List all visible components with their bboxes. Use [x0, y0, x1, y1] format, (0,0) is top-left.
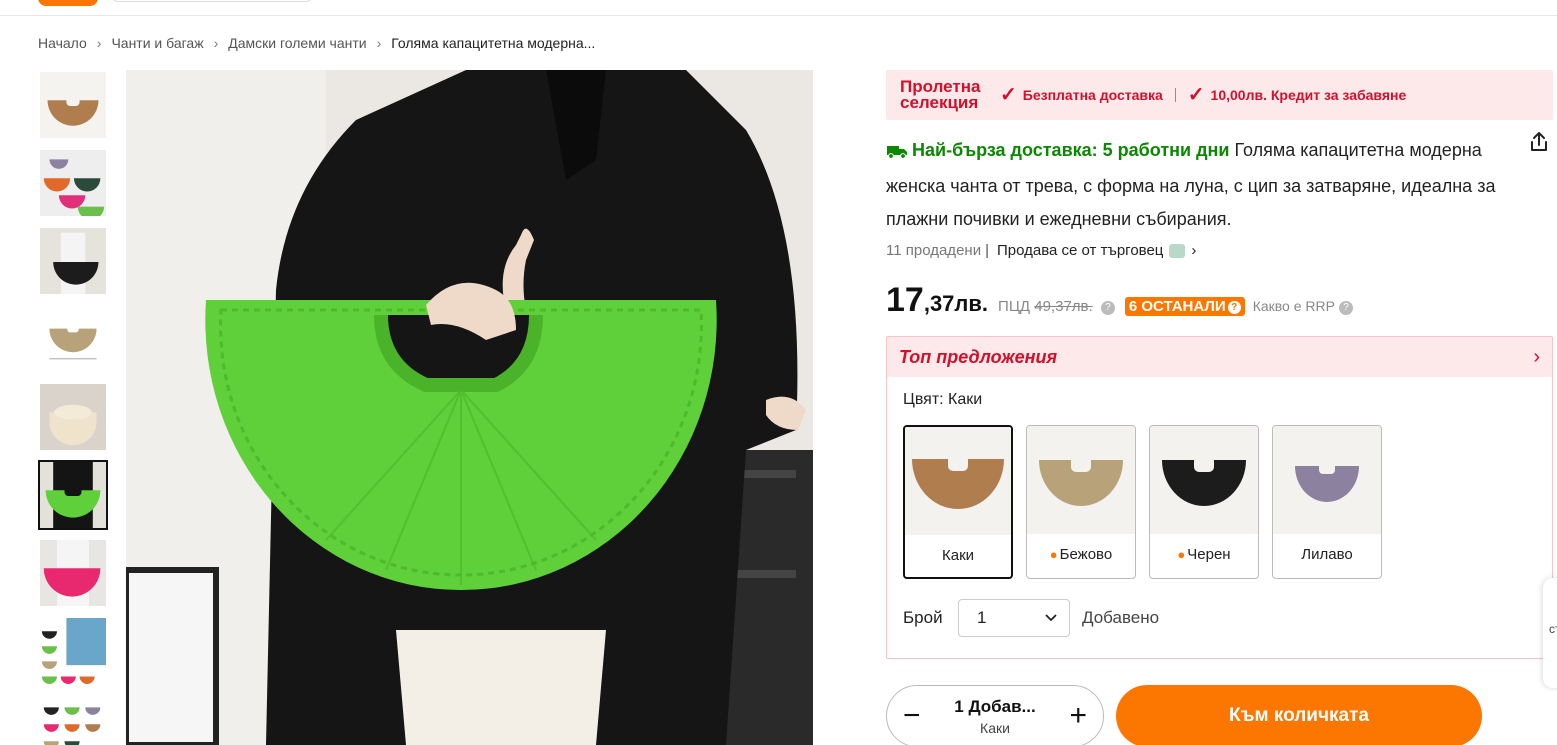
- breadcrumb-bags[interactable]: Чанти и багаж: [111, 35, 203, 51]
- site-logo[interactable]: [38, 0, 98, 6]
- swatch-image: [1150, 426, 1258, 534]
- quantity-select[interactable]: 1: [958, 599, 1070, 637]
- question-icon: ?: [1227, 301, 1241, 314]
- swatch-label: Каки: [941, 547, 975, 564]
- thumbnail-list: [38, 70, 110, 745]
- store-icon: [1169, 243, 1186, 258]
- chevron-right-icon: ›: [1533, 345, 1540, 368]
- question-icon[interactable]: ?: [1100, 301, 1115, 315]
- quantity-value: 1: [977, 608, 987, 627]
- swatch-label-text: Бежово: [1059, 546, 1113, 563]
- top-offers-header[interactable]: Топ предложения ›: [887, 337, 1552, 377]
- promo-free-shipping-label: Безплатна доставка: [1022, 87, 1163, 103]
- sold-count: 11 продадени: [886, 242, 982, 259]
- stepper-qty: 1 Добав...: [954, 696, 1036, 716]
- quantity-row: Брой 1 Добавено: [903, 599, 1536, 637]
- variant-selector: Цвят: Каки Каки ● Бежово ● Черен Лилаво …: [887, 377, 1552, 658]
- price-row: 17 ,37лв. ПЦД 49,37лв. ? 6 ОСТАНАЛИ? Как…: [886, 281, 1553, 320]
- chevron-right-icon: ›: [96, 35, 102, 51]
- rrp-price: ПЦД 49,37лв. ?: [998, 298, 1115, 315]
- stepper-value: 1 Добав... Каки: [954, 697, 1035, 736]
- thumbnail-4[interactable]: [38, 304, 108, 374]
- breadcrumb-current: Голяма капацитетна модерна...: [391, 35, 596, 51]
- swatch-label: ● Бежово: [1027, 546, 1135, 563]
- promo-free-shipping: ✓ Безплатна доставка: [1000, 85, 1163, 105]
- rrp-info-link[interactable]: Какво е RRP?: [1253, 298, 1353, 315]
- truck-icon: [886, 137, 908, 170]
- flame-icon: ●: [1049, 547, 1058, 562]
- thumbnail-5[interactable]: [38, 382, 108, 452]
- quantity-stepper: − 1 Добав... Каки +: [886, 685, 1104, 745]
- stock-left-label: 6 ОСТАНАЛИ: [1128, 298, 1226, 315]
- breadcrumb-large-bags[interactable]: Дамски големи чанти: [228, 35, 366, 51]
- divider: |: [985, 242, 989, 259]
- rrp-info-label: Какво е RRP: [1252, 298, 1335, 314]
- promo-credit: ✓ 10,00лв. Кредит за забавяне: [1188, 85, 1406, 105]
- top-offers-title: Топ предложения: [899, 346, 1058, 367]
- go-to-cart-button[interactable]: Към количката: [1116, 685, 1482, 745]
- quantity-label: Брой: [903, 608, 943, 627]
- chevron-right-icon[interactable]: ›: [1191, 242, 1196, 259]
- breadcrumb: Начало › Чанти и багаж › Дамски големи ч…: [38, 35, 595, 51]
- seller-link[interactable]: Продава се от търговец: [997, 242, 1163, 259]
- thumbnail-2[interactable]: [38, 148, 108, 218]
- check-icon: ✓: [1000, 84, 1017, 106]
- thumbnail-8[interactable]: [38, 616, 108, 686]
- swatch-image: [1027, 426, 1135, 534]
- swatch-image: [1273, 426, 1381, 534]
- price-decimal: ,37лв.: [923, 291, 989, 316]
- price-integer: 17: [886, 281, 924, 319]
- top-offers-panel: Топ предложения › Цвят: Каки Каки ● Бежов…: [886, 336, 1553, 659]
- plus-button[interactable]: +: [1069, 701, 1087, 731]
- cart-row: − 1 Добав... Каки + Към количката: [886, 685, 1553, 745]
- thumbnail-6-selected[interactable]: [38, 460, 108, 530]
- breadcrumb-home[interactable]: Начало: [38, 35, 87, 51]
- thumbnail-9[interactable]: [38, 694, 108, 745]
- stock-left-badge[interactable]: 6 ОСТАНАЛИ?: [1124, 297, 1245, 316]
- promo-banner[interactable]: Пролетна селекция ✓ Безплатна доставка ✓…: [886, 70, 1553, 120]
- swatch-label-text: Черен: [1187, 546, 1231, 563]
- minus-button[interactable]: −: [903, 701, 921, 731]
- swatch-purple[interactable]: Лилаво: [1272, 425, 1382, 579]
- swatch-beige[interactable]: ● Бежово: [1026, 425, 1136, 579]
- swatch-khaki[interactable]: Каки: [903, 425, 1013, 579]
- question-icon: ?: [1338, 301, 1353, 315]
- quantity-status: Добавено: [1082, 608, 1160, 627]
- search-bar[interactable]: [112, 0, 312, 2]
- color-label: Цвят: Каки: [903, 391, 983, 408]
- thumbnail-3[interactable]: [38, 226, 108, 296]
- divider: [1174, 88, 1176, 102]
- main-product-image[interactable]: [126, 70, 813, 745]
- chevron-down-icon: [1045, 614, 1057, 622]
- rrp-label: ПЦД: [998, 298, 1031, 315]
- swatch-image: [905, 427, 1011, 535]
- top-header: [0, 0, 1557, 16]
- thumbnail-7[interactable]: [38, 538, 108, 608]
- swatch-label: Лилаво: [1301, 546, 1353, 563]
- side-edge-tab[interactable]: ст: [1543, 578, 1557, 688]
- stepper-color: Каки: [980, 719, 1010, 736]
- chevron-right-icon: ›: [376, 35, 382, 51]
- swatch-label: ● Черен: [1150, 546, 1258, 563]
- promo-title: Пролетна селекция: [900, 77, 981, 112]
- share-icon[interactable]: [1527, 130, 1551, 154]
- product-title: Най-бърза доставка: 5 работни дни Голяма…: [886, 134, 1506, 236]
- chevron-right-icon: ›: [213, 35, 219, 51]
- promo-credit-label: 10,00лв. Кредит за забавяне: [1210, 87, 1407, 103]
- fast-delivery-label: Най-бърза доставка: 5 работни дни: [912, 140, 1230, 160]
- check-icon: ✓: [1187, 84, 1205, 106]
- swatch-black[interactable]: ● Черен: [1149, 425, 1259, 579]
- flame-icon: ●: [1177, 547, 1186, 562]
- color-swatches: Каки ● Бежово ● Черен Лилаво: [903, 425, 1536, 579]
- sold-row: 11 продадени | Продава се от търговец ›: [886, 242, 1553, 259]
- thumbnail-1[interactable]: [38, 70, 108, 140]
- rrp-value: 49,37лв.: [1034, 298, 1093, 315]
- product-info-panel: Пролетна селекция ✓ Безплатна доставка ✓…: [886, 70, 1553, 745]
